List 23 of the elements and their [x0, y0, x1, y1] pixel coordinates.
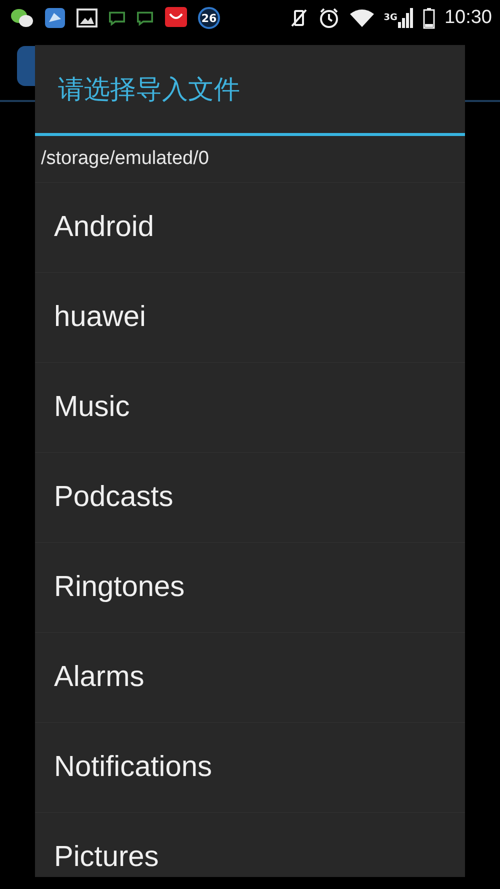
folder-item[interactable]: huawei — [35, 272, 465, 362]
folder-item[interactable]: Android — [35, 182, 465, 272]
folder-item[interactable]: Alarms — [35, 632, 465, 722]
current-path: /storage/emulated/0 — [40, 147, 210, 171]
alarm-clock-icon — [318, 7, 340, 29]
network-type: 3G — [384, 13, 398, 23]
wifi-icon — [348, 8, 375, 28]
folder-item[interactable]: Podcasts — [35, 452, 465, 542]
folder-item[interactable]: Ringtones — [35, 542, 465, 632]
shopping-bag-icon — [164, 6, 188, 30]
battery-icon — [423, 7, 436, 29]
folder-item[interactable]: Notifications — [35, 722, 465, 812]
clock-time: 10:30 — [444, 7, 492, 29]
notification-badge: 26 — [198, 7, 220, 29]
folder-item[interactable]: Pictures — [35, 812, 465, 877]
dialog-title: 请选择导入文件 — [35, 45, 465, 136]
chat-bubbles-icon — [10, 7, 34, 29]
message-icon — [136, 10, 154, 26]
folder-item[interactable]: Music — [35, 362, 465, 452]
muted-vibrate-icon — [288, 8, 309, 28]
signal-icon — [398, 8, 414, 28]
image-icon — [76, 7, 98, 29]
message-icon — [108, 10, 126, 26]
